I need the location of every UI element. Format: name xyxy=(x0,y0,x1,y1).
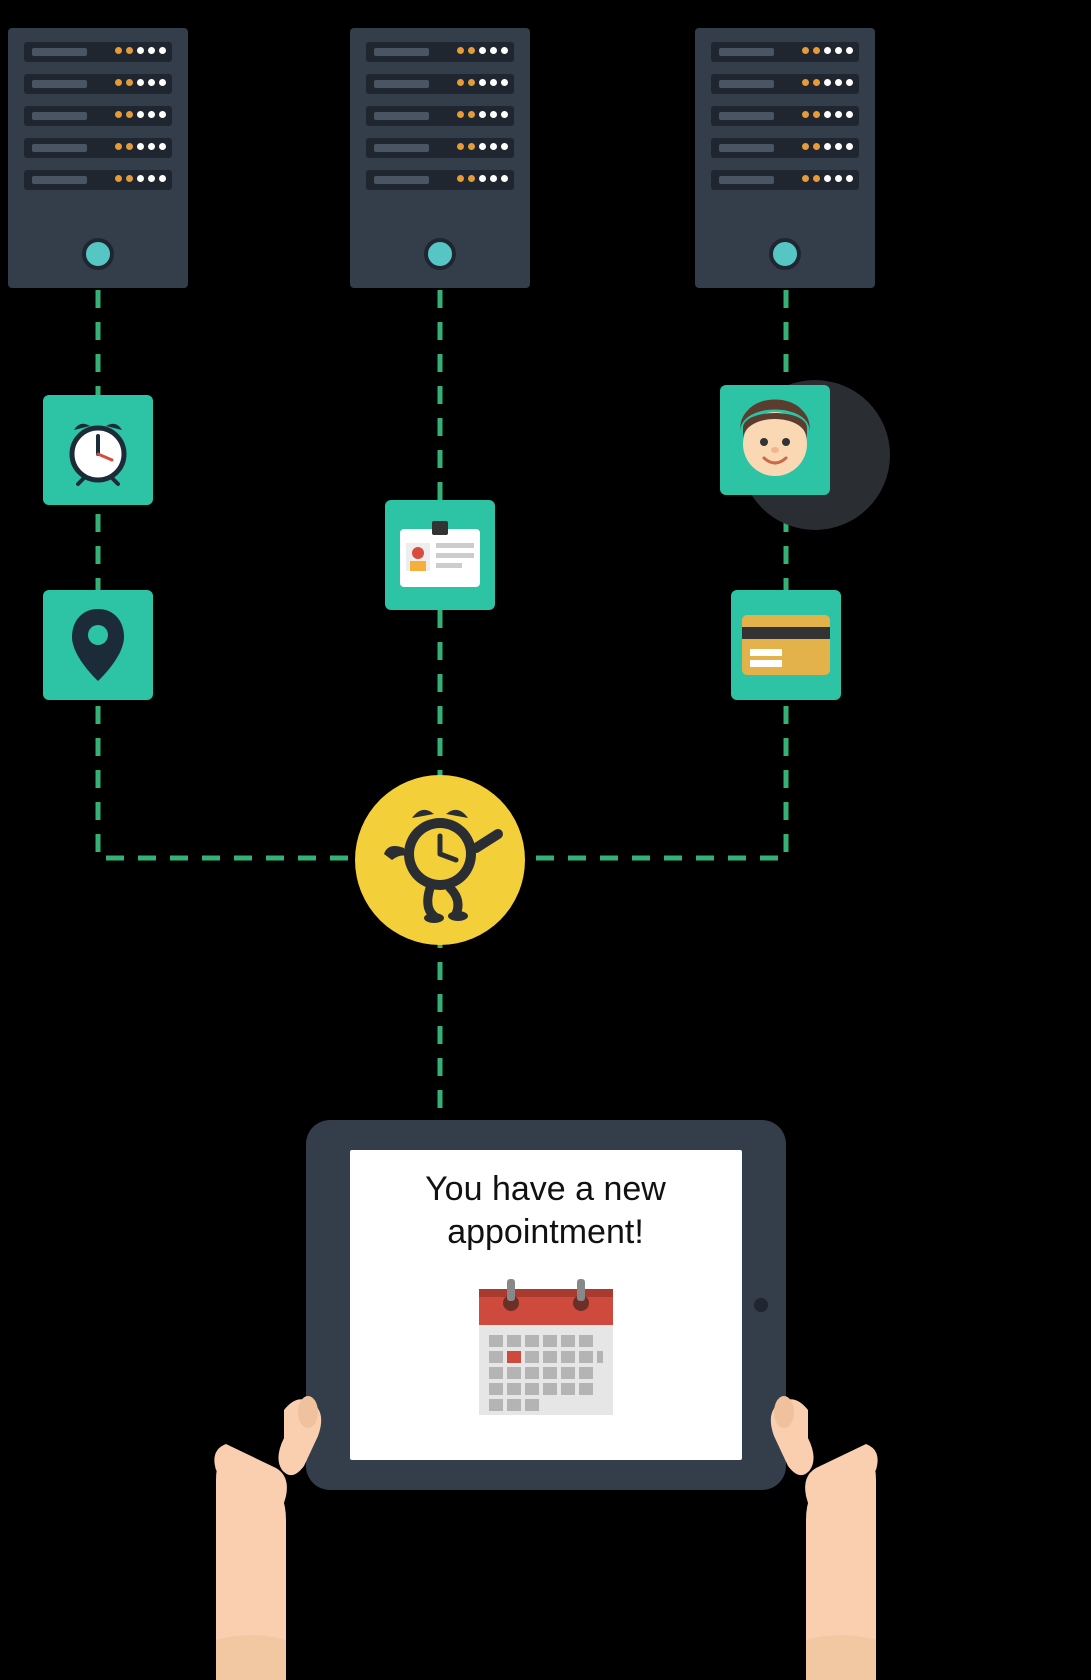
server-right xyxy=(695,28,875,288)
credit-card-icon xyxy=(742,615,830,675)
hand-left xyxy=(166,1340,366,1680)
hand-right xyxy=(726,1340,926,1680)
location-pin-icon xyxy=(68,605,128,685)
tile-avatar xyxy=(720,385,830,495)
tile-location-pin xyxy=(43,590,153,700)
hub-clock xyxy=(355,775,525,945)
id-card-icon xyxy=(398,521,482,589)
calendar-icon xyxy=(461,1265,631,1435)
running-clock-icon xyxy=(370,790,510,930)
tile-id-card xyxy=(385,500,495,610)
tablet-wrap: You have a new appointment! xyxy=(306,1120,786,1490)
appointment-message: You have a new appointment! xyxy=(425,1168,666,1253)
tablet-screen: You have a new appointment! xyxy=(350,1150,742,1460)
tile-alarm-clock xyxy=(43,395,153,505)
tablet: You have a new appointment! xyxy=(306,1120,786,1490)
tile-credit-card xyxy=(731,590,841,700)
alarm-clock-icon xyxy=(60,412,136,488)
server-center xyxy=(350,28,530,288)
avatar-icon xyxy=(730,392,820,488)
server-left xyxy=(8,28,188,288)
